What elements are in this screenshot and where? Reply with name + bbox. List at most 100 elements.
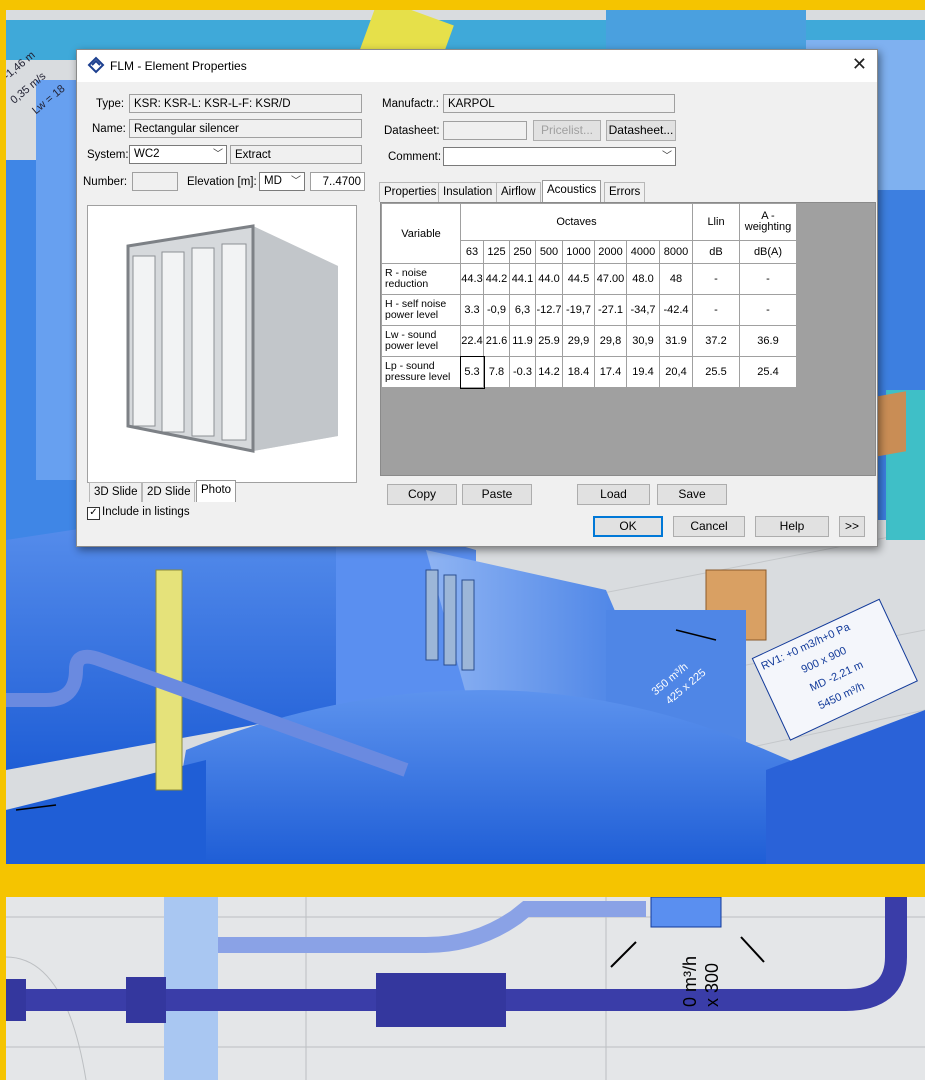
octave-value-cell[interactable]: 19.4 (626, 356, 660, 388)
octave-value-cell[interactable]: -42.4 (659, 294, 693, 326)
octave-value-cell[interactable]: 44.2 (483, 263, 510, 295)
system-kind-field: Extract (230, 145, 362, 164)
more-button[interactable]: >> (839, 516, 865, 537)
octave-value-cell[interactable]: 5.3 (459, 355, 485, 389)
tab-3d-slide[interactable]: 3D Slide (89, 482, 143, 502)
row-variable-label: Lw - sound power level (381, 325, 461, 357)
tab-insulation[interactable]: Insulation (438, 182, 498, 202)
elevation-ref-combo[interactable]: MD ﹀ (259, 172, 305, 191)
llin-header: Llin (692, 203, 740, 241)
datasheet-field (443, 121, 527, 140)
include-listings-checkbox[interactable]: ✓ (87, 507, 100, 520)
octave-value-cell[interactable]: 18.4 (562, 356, 595, 388)
octave-value-cell[interactable]: 29,8 (594, 325, 627, 357)
cancel-button[interactable]: Cancel (673, 516, 745, 537)
system-label: System: (87, 149, 129, 161)
octave-value-cell[interactable]: -0.3 (509, 356, 536, 388)
chevron-down-icon: ﹀ (213, 149, 223, 160)
name-field[interactable]: Rectangular silencer (129, 119, 362, 138)
aweight-value-cell: 25.4 (739, 356, 797, 388)
pricelist-button[interactable]: Pricelist... (533, 120, 601, 141)
octave-value-cell[interactable]: -12.7 (535, 294, 563, 326)
octave-value-cell[interactable]: 11.9 (509, 325, 536, 357)
aweight-header: A - weighting (739, 203, 797, 241)
comment-label: Comment: (388, 151, 442, 163)
octave-value-cell[interactable]: 48.0 (626, 263, 660, 295)
copy-button[interactable]: Copy (387, 484, 457, 505)
acoustics-row: R - noise reduction 44.3 44.2 44.1 44.0 44.5 47… (381, 263, 797, 295)
tab-photo[interactable]: Photo (196, 480, 237, 502)
llin-value-cell: 37.2 (692, 325, 740, 357)
row-variable-label: H - self noise power level (381, 294, 461, 326)
save-button[interactable]: Save (657, 484, 727, 505)
silencer-photo (110, 218, 340, 458)
aweight-value-cell: 36.9 (739, 325, 797, 357)
type-field: KSR: KSR-L: KSR-L-F: KSR/D (129, 94, 362, 113)
octave-value-cell[interactable]: -0,9 (483, 294, 510, 326)
tab-errors[interactable]: Errors (604, 182, 646, 202)
octave-1000: 1000 (562, 240, 595, 264)
dialog-title: FLM - Element Properties (110, 59, 247, 73)
octave-value-cell[interactable]: 31.9 (659, 325, 693, 357)
octave-8000: 8000 (659, 240, 693, 264)
octave-value-cell[interactable]: 44.0 (535, 263, 563, 295)
octave-value-cell[interactable]: 7.8 (483, 356, 510, 388)
octave-value-cell[interactable]: -34,7 (626, 294, 660, 326)
system-combo[interactable]: WC2 ﹀ (129, 145, 227, 164)
octave-value-cell[interactable]: 44.5 (562, 263, 595, 295)
octave-value-cell[interactable]: 14.2 (535, 356, 563, 388)
octave-value-cell[interactable]: 29,9 (562, 325, 595, 357)
aweight-value-cell: - (739, 294, 797, 326)
cad-2d-viewport[interactable]: 0 m³/h x 300 (6, 897, 925, 1080)
load-button[interactable]: Load (577, 484, 650, 505)
help-button[interactable]: Help (755, 516, 829, 537)
photo-panel (87, 205, 357, 483)
plan-drawing: 0 m³/h x 300 (6, 897, 925, 1080)
comment-combo[interactable]: ﹀ (443, 147, 676, 166)
aweight-unit: dB(A) (739, 240, 797, 264)
octave-value-cell[interactable]: 22.4 (460, 325, 484, 357)
tab-2d-slide[interactable]: 2D Slide (142, 482, 196, 502)
octave-value-cell[interactable]: 25.9 (535, 325, 563, 357)
close-icon[interactable]: ✕ (852, 54, 867, 75)
tab-airflow[interactable]: Airflow (496, 182, 541, 202)
octave-value-cell[interactable]: 6,3 (509, 294, 536, 326)
acoustics-row: Lp - sound pressure level 5.3 7.8 -0.3 14.2 18… (381, 355, 797, 389)
octave-value-cell[interactable]: 44.1 (509, 263, 536, 295)
octave-500: 500 (535, 240, 563, 264)
octave-value-cell[interactable]: 21.6 (483, 325, 510, 357)
aweight-value-cell: - (739, 263, 797, 295)
row-variable-label: R - noise reduction (381, 263, 461, 295)
octave-value-cell[interactable]: 44.3 (460, 263, 484, 295)
octave-value-cell[interactable]: 30,9 (626, 325, 660, 357)
number-label: Number: (83, 176, 128, 188)
elevation-label: Elevation [m]: (187, 176, 257, 188)
octave-value-cell[interactable]: -27.1 (594, 294, 627, 326)
element-properties-dialog: FLM - Element Properties ✕ Type: KSR: KS… (76, 49, 878, 547)
octave-125: 125 (483, 240, 510, 264)
octave-value-cell[interactable]: 17.4 (594, 356, 627, 388)
octave-value-cell[interactable]: 20,4 (659, 356, 693, 388)
tab-properties[interactable]: Properties (379, 182, 442, 202)
manufactr-field: KARPOL (443, 94, 675, 113)
llin-value-cell: 25.5 (692, 356, 740, 388)
llin-value-cell: - (692, 294, 740, 326)
octave-63: 63 (460, 240, 484, 264)
chevron-down-icon: ﹀ (291, 176, 301, 187)
paste-button[interactable]: Paste (462, 484, 532, 505)
tab-acoustics[interactable]: Acoustics (542, 180, 602, 202)
octave-value-cell[interactable]: 48 (659, 263, 693, 295)
datasheet-button[interactable]: Datasheet... (606, 120, 676, 141)
octave-2000: 2000 (594, 240, 627, 264)
llin-value-cell: - (692, 263, 740, 295)
ok-button[interactable]: OK (593, 516, 663, 537)
number-field[interactable] (132, 172, 178, 191)
octave-value-cell[interactable]: -19,7 (562, 294, 595, 326)
octave-value-cell[interactable]: 47.00 (594, 263, 627, 295)
elevation-field[interactable]: 7..4700 (310, 172, 365, 191)
dialog-titlebar[interactable]: FLM - Element Properties ✕ (77, 50, 877, 82)
variable-header: Variable (381, 203, 461, 264)
octave-value-cell[interactable]: 3.3 (460, 294, 484, 326)
manufactr-label: Manufactr.: (382, 98, 439, 110)
acoustics-row: Lw - sound power level 22.4 21.6 11.9 25.9 29,… (381, 325, 797, 357)
